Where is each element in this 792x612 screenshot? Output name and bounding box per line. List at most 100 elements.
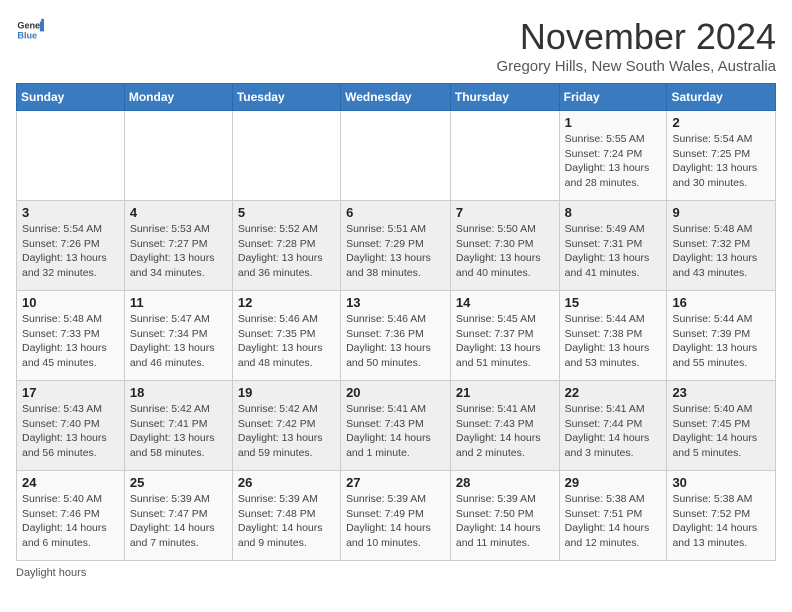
footer-note: Daylight hours <box>16 567 776 579</box>
day-info: Sunrise: 5:48 AM Sunset: 7:33 PM Dayligh… <box>22 312 119 371</box>
day-info: Sunrise: 5:47 AM Sunset: 7:34 PM Dayligh… <box>130 312 227 371</box>
day-number: 19 <box>238 385 335 400</box>
day-info: Sunrise: 5:41 AM Sunset: 7:43 PM Dayligh… <box>346 402 445 461</box>
day-number: 23 <box>672 385 770 400</box>
day-info: Sunrise: 5:48 AM Sunset: 7:32 PM Dayligh… <box>672 222 770 281</box>
weekday-header-thursday: Thursday <box>450 84 559 111</box>
day-info: Sunrise: 5:38 AM Sunset: 7:51 PM Dayligh… <box>565 492 662 551</box>
calendar-cell: 6 Sunrise: 5:51 AM Sunset: 7:29 PM Daylig… <box>341 201 451 291</box>
calendar-cell: 19 Sunrise: 5:42 AM Sunset: 7:42 PM Dayli… <box>232 381 340 471</box>
day-info: Sunrise: 5:39 AM Sunset: 7:47 PM Dayligh… <box>130 492 227 551</box>
calendar-cell <box>341 111 451 201</box>
day-info: Sunrise: 5:42 AM Sunset: 7:41 PM Dayligh… <box>130 402 227 461</box>
calendar-cell: 12 Sunrise: 5:46 AM Sunset: 7:35 PM Dayli… <box>232 291 340 381</box>
calendar-week-4: 17 Sunrise: 5:43 AM Sunset: 7:40 PM Dayli… <box>17 381 776 471</box>
calendar-cell: 18Sunrise: 5:42 AM Sunset: 7:41 PM Dayli… <box>124 381 232 471</box>
day-number: 6 <box>346 205 445 220</box>
calendar-week-5: 24 Sunrise: 5:40 AM Sunset: 7:46 PM Dayli… <box>17 471 776 561</box>
day-number: 21 <box>456 385 554 400</box>
day-number: 15 <box>565 295 662 310</box>
calendar-cell: 13Sunrise: 5:46 AM Sunset: 7:36 PM Dayli… <box>341 291 451 381</box>
calendar-cell: 3Sunrise: 5:54 AM Sunset: 7:26 PM Daylig… <box>17 201 125 291</box>
day-info: Sunrise: 5:44 AM Sunset: 7:39 PM Dayligh… <box>672 312 770 371</box>
weekday-header-wednesday: Wednesday <box>341 84 451 111</box>
day-number: 11 <box>130 295 227 310</box>
calendar-header: SundayMondayTuesdayWednesdayThursdayFrid… <box>17 84 776 111</box>
day-number: 7 <box>456 205 554 220</box>
calendar-cell <box>450 111 559 201</box>
calendar-cell: 16 Sunrise: 5:44 AM Sunset: 7:39 PM Dayli… <box>667 291 776 381</box>
day-number: 20 <box>346 385 445 400</box>
calendar-cell: 28Sunrise: 5:39 AM Sunset: 7:50 PM Dayli… <box>450 471 559 561</box>
calendar-cell: 17 Sunrise: 5:43 AM Sunset: 7:40 PM Dayli… <box>17 381 125 471</box>
day-number: 2 <box>672 115 770 130</box>
calendar-cell: 22 Sunrise: 5:41 AM Sunset: 7:44 PM Dayli… <box>559 381 667 471</box>
day-info: Sunrise: 5:42 AM Sunset: 7:42 PM Dayligh… <box>238 402 335 461</box>
day-info: Sunrise: 5:54 AM Sunset: 7:25 PM Dayligh… <box>672 132 770 191</box>
day-info: Sunrise: 5:45 AM Sunset: 7:37 PM Dayligh… <box>456 312 554 371</box>
day-number: 24 <box>22 475 119 490</box>
day-number: 25 <box>130 475 227 490</box>
weekday-header-friday: Friday <box>559 84 667 111</box>
calendar-cell: 14Sunrise: 5:45 AM Sunset: 7:37 PM Dayli… <box>450 291 559 381</box>
day-number: 5 <box>238 205 335 220</box>
day-info: Sunrise: 5:46 AM Sunset: 7:35 PM Dayligh… <box>238 312 335 371</box>
calendar-cell <box>124 111 232 201</box>
weekday-header-saturday: Saturday <box>667 84 776 111</box>
daylight-hours-label: Daylight hours <box>16 567 86 579</box>
calendar-cell: 24 Sunrise: 5:40 AM Sunset: 7:46 PM Dayli… <box>17 471 125 561</box>
logo-icon: General Blue <box>16 16 44 44</box>
calendar-week-1: 1Sunrise: 5:55 AM Sunset: 7:24 PM Daylig… <box>17 111 776 201</box>
weekday-header-tuesday: Tuesday <box>232 84 340 111</box>
day-number: 22 <box>565 385 662 400</box>
calendar-cell <box>17 111 125 201</box>
day-info: Sunrise: 5:38 AM Sunset: 7:52 PM Dayligh… <box>672 492 770 551</box>
day-info: Sunrise: 5:46 AM Sunset: 7:36 PM Dayligh… <box>346 312 445 371</box>
day-number: 16 <box>672 295 770 310</box>
calendar-table: SundayMondayTuesdayWednesdayThursdayFrid… <box>16 83 776 561</box>
day-number: 26 <box>238 475 335 490</box>
day-number: 28 <box>456 475 554 490</box>
day-number: 1 <box>565 115 662 130</box>
weekday-header-sunday: Sunday <box>17 84 125 111</box>
calendar-week-2: 3Sunrise: 5:54 AM Sunset: 7:26 PM Daylig… <box>17 201 776 291</box>
day-number: 4 <box>130 205 227 220</box>
day-info: Sunrise: 5:39 AM Sunset: 7:48 PM Dayligh… <box>238 492 335 551</box>
calendar-cell <box>232 111 340 201</box>
calendar-cell: 20 Sunrise: 5:41 AM Sunset: 7:43 PM Dayli… <box>341 381 451 471</box>
calendar-cell: 15 Sunrise: 5:44 AM Sunset: 7:38 PM Dayli… <box>559 291 667 381</box>
calendar-cell: 30Sunrise: 5:38 AM Sunset: 7:52 PM Dayli… <box>667 471 776 561</box>
day-number: 27 <box>346 475 445 490</box>
calendar-cell: 26 Sunrise: 5:39 AM Sunset: 7:48 PM Dayli… <box>232 471 340 561</box>
calendar-cell: 29 Sunrise: 5:38 AM Sunset: 7:51 PM Dayli… <box>559 471 667 561</box>
calendar-body: 1Sunrise: 5:55 AM Sunset: 7:24 PM Daylig… <box>17 111 776 561</box>
calendar-cell: 4 Sunrise: 5:53 AM Sunset: 7:27 PM Daylig… <box>124 201 232 291</box>
calendar-cell: 9 Sunrise: 5:48 AM Sunset: 7:32 PM Daylig… <box>667 201 776 291</box>
month-title: November 2024 <box>496 16 776 58</box>
calendar-cell: 25 Sunrise: 5:39 AM Sunset: 7:47 PM Dayli… <box>124 471 232 561</box>
calendar-cell: 8Sunrise: 5:49 AM Sunset: 7:31 PM Daylig… <box>559 201 667 291</box>
calendar-cell: 1Sunrise: 5:55 AM Sunset: 7:24 PM Daylig… <box>559 111 667 201</box>
logo: General Blue <box>16 16 44 44</box>
day-info: Sunrise: 5:53 AM Sunset: 7:27 PM Dayligh… <box>130 222 227 281</box>
day-number: 9 <box>672 205 770 220</box>
day-number: 3 <box>22 205 119 220</box>
day-info: Sunrise: 5:44 AM Sunset: 7:38 PM Dayligh… <box>565 312 662 371</box>
day-info: Sunrise: 5:49 AM Sunset: 7:31 PM Dayligh… <box>565 222 662 281</box>
day-info: Sunrise: 5:40 AM Sunset: 7:46 PM Dayligh… <box>22 492 119 551</box>
calendar-cell: 5Sunrise: 5:52 AM Sunset: 7:28 PM Daylig… <box>232 201 340 291</box>
day-number: 17 <box>22 385 119 400</box>
day-info: Sunrise: 5:50 AM Sunset: 7:30 PM Dayligh… <box>456 222 554 281</box>
day-number: 12 <box>238 295 335 310</box>
calendar-cell: 10Sunrise: 5:48 AM Sunset: 7:33 PM Dayli… <box>17 291 125 381</box>
calendar-cell: 2 Sunrise: 5:54 AM Sunset: 7:25 PM Daylig… <box>667 111 776 201</box>
day-info: Sunrise: 5:39 AM Sunset: 7:49 PM Dayligh… <box>346 492 445 551</box>
day-info: Sunrise: 5:51 AM Sunset: 7:29 PM Dayligh… <box>346 222 445 281</box>
day-info: Sunrise: 5:41 AM Sunset: 7:44 PM Dayligh… <box>565 402 662 461</box>
calendar-cell: 7 Sunrise: 5:50 AM Sunset: 7:30 PM Daylig… <box>450 201 559 291</box>
title-area: November 2024 Gregory Hills, New South W… <box>496 16 776 75</box>
day-info: Sunrise: 5:43 AM Sunset: 7:40 PM Dayligh… <box>22 402 119 461</box>
day-info: Sunrise: 5:41 AM Sunset: 7:43 PM Dayligh… <box>456 402 554 461</box>
day-number: 29 <box>565 475 662 490</box>
page-header: General Blue November 2024 Gregory Hills… <box>16 16 776 75</box>
